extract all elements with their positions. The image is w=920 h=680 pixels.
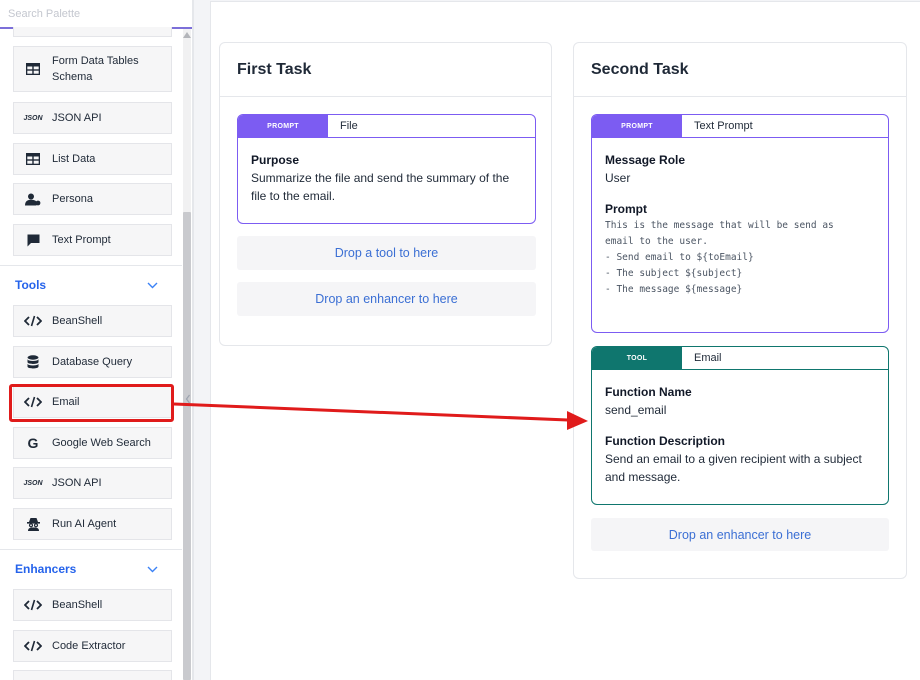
card-body: Message Role User Prompt This is the mes… bbox=[605, 151, 878, 298]
field-value: send_email bbox=[605, 403, 667, 417]
highlight-box bbox=[9, 384, 174, 422]
palette-item-label: Text Prompt bbox=[52, 234, 111, 246]
field-label: Prompt bbox=[605, 202, 647, 216]
field-value: Summarize the file and send the summary … bbox=[251, 171, 510, 203]
field-label: Function Description bbox=[605, 434, 725, 448]
palette-item-label: BeanShell bbox=[52, 599, 103, 611]
task-second: Second Task PROMPT Text Prompt Message R… bbox=[573, 42, 907, 579]
palette-item-persona[interactable]: Persona bbox=[13, 183, 172, 215]
chat-icon bbox=[14, 234, 52, 247]
palette-sidebar: Form Data Tables Schema JSON JSON API Li… bbox=[0, 0, 194, 680]
palette-item-label: Persona bbox=[52, 193, 93, 205]
drop-enhancer-zone[interactable]: Drop an enhancer to here bbox=[237, 282, 536, 316]
card-header: PROMPT File bbox=[238, 115, 535, 138]
field-value: Send an email to a given recipient with … bbox=[605, 452, 862, 484]
tools-section-header[interactable]: Tools bbox=[0, 265, 182, 305]
divider bbox=[574, 96, 906, 97]
task-first: First Task PROMPT File Purpose Summarize… bbox=[219, 42, 552, 346]
palette-item-run-ai-agent[interactable]: Run AI Agent bbox=[13, 508, 172, 540]
drop-tool-zone[interactable]: Drop a tool to here bbox=[237, 236, 536, 270]
task-title: First Task bbox=[237, 61, 312, 78]
card-type-tag: PROMPT bbox=[592, 115, 682, 138]
field-label: Message Role bbox=[605, 153, 686, 167]
palette-item-label: Database Query bbox=[52, 356, 133, 368]
code-icon bbox=[14, 640, 52, 652]
palette-item-label: Form Data Tables Schema bbox=[52, 55, 139, 83]
scrollbar-thumb[interactable] bbox=[183, 212, 191, 680]
palette-item-label: Code Extractor bbox=[52, 640, 126, 652]
palette-item-database-query[interactable]: Database Query bbox=[13, 346, 172, 378]
card-type-tag: PROMPT bbox=[238, 115, 328, 138]
tool-card-email[interactable]: TOOL Email Function Name send_email Func… bbox=[591, 346, 889, 505]
drop-enhancer-zone[interactable]: Drop an enhancer to here bbox=[591, 518, 889, 551]
code-icon bbox=[14, 315, 52, 327]
task-workspace: First Task PROMPT File Purpose Summarize… bbox=[210, 1, 920, 680]
prompt-card-text-prompt[interactable]: PROMPT Text Prompt Message Role User Pro… bbox=[591, 114, 889, 333]
card-body: Function Name send_email Function Descri… bbox=[605, 383, 878, 486]
palette-item-label: Run AI Agent bbox=[52, 518, 117, 530]
palette-item-form-data-tables-schema[interactable]: Form Data Tables Schema bbox=[13, 46, 172, 92]
prompt-card-file[interactable]: PROMPT File Purpose Summarize the file a… bbox=[237, 114, 536, 224]
scroll-up-icon[interactable] bbox=[182, 31, 192, 39]
palette-item-beanshell-enhancer[interactable]: BeanShell bbox=[13, 589, 172, 621]
card-type-tag: TOOL bbox=[592, 347, 682, 370]
palette-item-label: JSON API bbox=[52, 112, 102, 124]
divider bbox=[220, 96, 551, 97]
palette-item-json-api[interactable]: JSON JSON API bbox=[13, 102, 172, 134]
field-value: User bbox=[605, 171, 631, 185]
palette-item-label: JSON API bbox=[52, 477, 102, 489]
task-title: Second Task bbox=[591, 61, 689, 78]
section-title: Tools bbox=[15, 278, 47, 292]
palette-item-label: Google Web Search bbox=[52, 437, 151, 449]
card-name: File bbox=[340, 120, 358, 132]
agent-icon bbox=[14, 517, 52, 531]
field-label: Purpose bbox=[251, 153, 300, 167]
chevron-down-icon[interactable] bbox=[146, 280, 159, 290]
card-header: TOOL Email bbox=[592, 347, 888, 370]
palette-item-beanshell[interactable]: BeanShell bbox=[13, 305, 172, 337]
palette-item-code-extractor[interactable]: Code Extractor bbox=[13, 630, 172, 662]
card-name: Email bbox=[694, 352, 722, 364]
json-icon: JSON bbox=[23, 114, 43, 122]
chevron-down-icon[interactable] bbox=[146, 564, 159, 574]
panel-splitter[interactable] bbox=[192, 0, 194, 680]
prompt-text: This is the message that will be send as… bbox=[605, 220, 834, 295]
card-body: Purpose Summarize the file and send the … bbox=[251, 151, 525, 205]
palette-item-label: BeanShell bbox=[52, 315, 103, 327]
google-icon: G bbox=[27, 435, 39, 451]
json-icon: JSON bbox=[23, 479, 43, 487]
palette-item-partial[interactable] bbox=[13, 27, 172, 37]
palette-item-text-prompt[interactable]: Text Prompt bbox=[13, 224, 172, 256]
search-bar bbox=[0, 0, 194, 29]
table-icon bbox=[14, 153, 52, 165]
persona-icon bbox=[14, 193, 52, 206]
table-icon bbox=[14, 63, 52, 75]
search-input[interactable] bbox=[0, 0, 190, 27]
palette-item-json-api-tool[interactable]: JSON JSON API bbox=[13, 467, 172, 499]
chevron-left-icon[interactable] bbox=[184, 392, 192, 406]
palette-item-google-web-search[interactable]: G Google Web Search bbox=[13, 427, 172, 459]
palette-item-list-data[interactable]: List Data bbox=[13, 143, 172, 175]
database-icon bbox=[14, 355, 52, 369]
card-header: PROMPT Text Prompt bbox=[592, 115, 888, 138]
palette-item-label: List Data bbox=[52, 153, 96, 165]
section-title: Enhancers bbox=[15, 562, 77, 576]
enhancers-section-header[interactable]: Enhancers bbox=[0, 549, 182, 589]
field-label: Function Name bbox=[605, 385, 692, 399]
palette-item-partial[interactable] bbox=[13, 670, 172, 680]
card-name: Text Prompt bbox=[694, 120, 753, 132]
code-icon bbox=[14, 599, 52, 611]
